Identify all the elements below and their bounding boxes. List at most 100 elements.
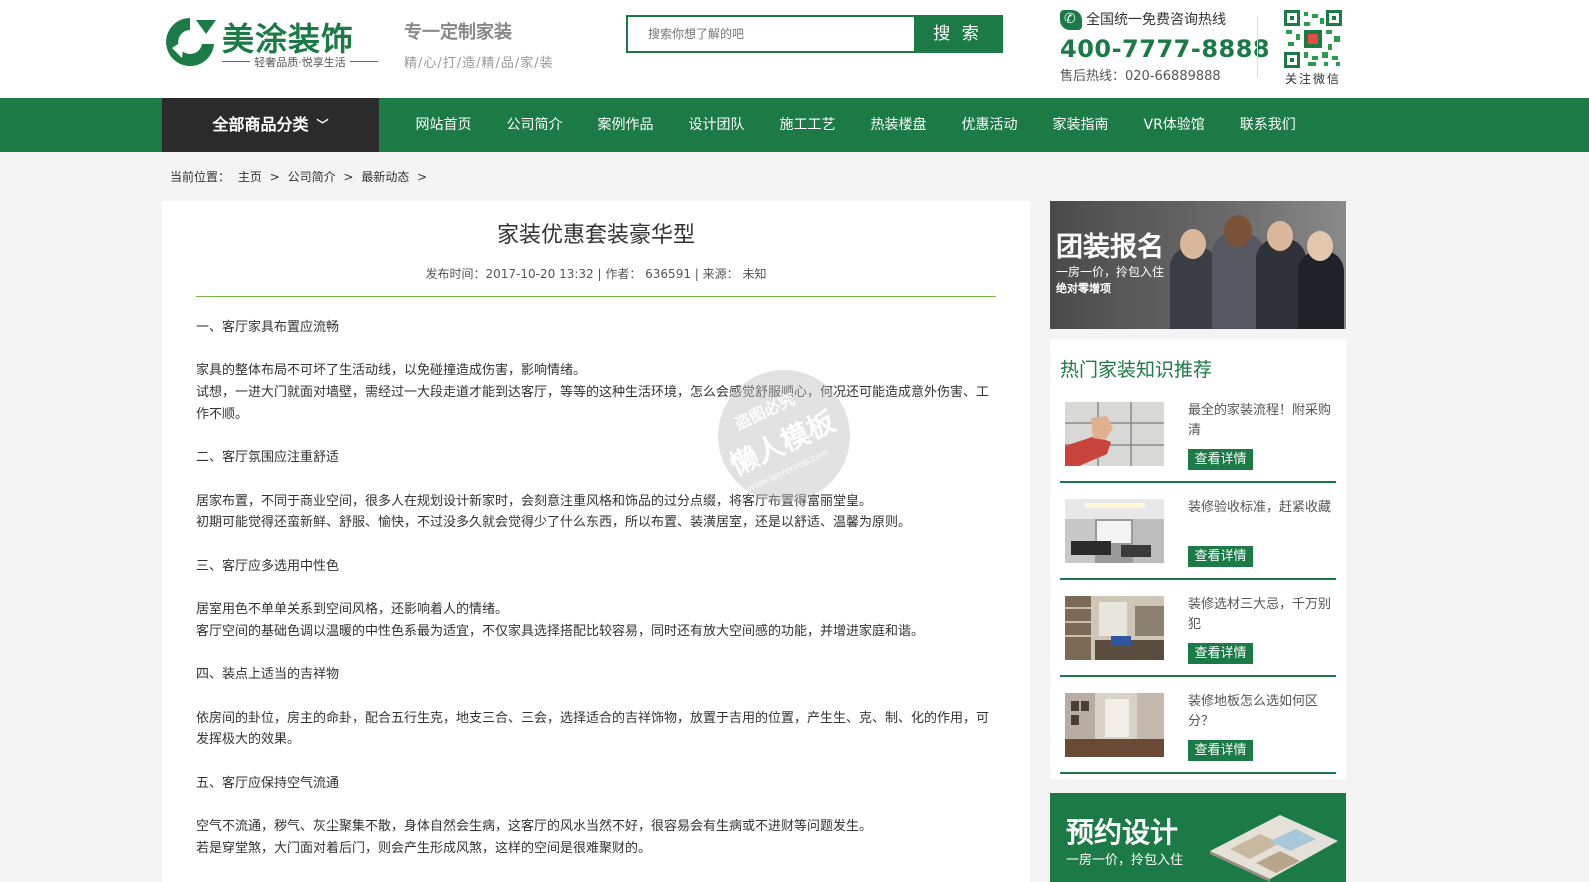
banner1-subtitle2: 绝对零增项	[1056, 282, 1111, 295]
article-title: 家装优惠套装豪华型	[496, 223, 695, 248]
watermark: 盗图必究 懒人模板 www.lanrenmb.com	[718, 370, 850, 502]
main-nav: 全部商品分类 ﹀ 网站首页 公司简介 案例作品 设计团队 施工工艺 热装楼盘 优惠…	[0, 98, 1589, 152]
article-heading: 二、客厅氛围应注重舒适	[196, 450, 340, 466]
all-categories-label: 全部商品分类	[212, 115, 309, 134]
article-paragraph: 空气不流通，秽气、灰尘聚集不散，身体自然会生病，这客厅的风水当然不好，很容易会有…	[196, 819, 873, 835]
breadcrumb-label: 当前位置：	[170, 170, 231, 184]
nav-item-construction[interactable]: 施工工艺	[762, 98, 853, 152]
thumbnail-living-room	[1065, 499, 1164, 563]
slogan-sub: 精/心/打/造/精/品/家/装	[404, 56, 554, 71]
nav-items: 网站首页 公司简介 案例作品 设计团队 施工工艺 热装楼盘 优惠活动 家装指南 …	[398, 98, 1313, 152]
banner1-subtitle: 一房一价，拎包入住	[1056, 265, 1165, 279]
list-item[interactable]: 装修验收标准，赶紧收藏 查看详情	[1060, 484, 1336, 580]
nav-item-guide[interactable]: 家装指南	[1035, 98, 1126, 152]
nav-item-about[interactable]: 公司简介	[489, 98, 580, 152]
search-input[interactable]	[628, 17, 914, 51]
hotline-number: 400-7777-8888	[1060, 35, 1271, 63]
breadcrumb-about[interactable]: 公司简介	[288, 170, 336, 184]
article-body: 一、客厅家具布置应流畅 家具的整体布局不可坏了生活动线，以免碰撞造成伤害，影响情…	[196, 317, 996, 859]
book-design-banner[interactable]: 预约设计 一房一价，拎包入住	[1050, 793, 1346, 882]
after-sales-hotline: 售后热线：020-66889888	[1060, 69, 1221, 84]
breadcrumb-news[interactable]: 最新动态	[361, 170, 409, 184]
list-item[interactable]: 装修地板怎么选如何区分？ 查看详情	[1060, 678, 1336, 774]
article-divider	[196, 296, 996, 297]
banner1-title: 团装报名	[1056, 232, 1164, 263]
header-divider	[1257, 16, 1258, 78]
slogan: 专一定制家装 精/心/打/造/精/品/家/装	[404, 18, 554, 71]
site-logo[interactable]: 美涂装饰 轻奢品质·悦享生活	[162, 12, 382, 72]
view-details-button[interactable]: 查看详情	[1188, 546, 1253, 567]
all-categories-button[interactable]: 全部商品分类 ﹀	[162, 98, 379, 152]
banner-person-head	[1307, 231, 1333, 261]
thumbnail-study-room	[1065, 596, 1164, 660]
nav-item-cases[interactable]: 案例作品	[580, 98, 671, 152]
qr-label: 关注微信	[1284, 72, 1341, 86]
article: 家装优惠套装豪华型 发布时间：2017-10-20 13:32 | 作者： 63…	[162, 201, 1030, 882]
search-button[interactable]: 搜 索	[914, 17, 1001, 51]
article-paragraph: 依房间的卦位，房主的命卦，配合五行生克，地支三合、三会，选择适合的吉祥饰物，放置…	[196, 710, 990, 748]
phone-icon	[1060, 9, 1082, 30]
hot-title: 热门家装知识推荐	[1060, 359, 1213, 381]
group-signup-banner[interactable]: 团装报名 一房一价，拎包入住 绝对零增项	[1050, 201, 1346, 329]
hot-item-title[interactable]: 装修验收标准，赶紧收藏	[1188, 498, 1332, 518]
view-details-button[interactable]: 查看详情	[1188, 740, 1253, 761]
nav-item-design-team[interactable]: 设计团队	[671, 98, 762, 152]
banner2-title: 预约设计	[1066, 816, 1179, 849]
list-item[interactable]: 最全的家装流程！附采购清 查看详情	[1060, 387, 1336, 483]
article-paragraph: 居室用色不单单关系到空间风格，还影响着人的情绪。	[196, 602, 509, 618]
view-details-button[interactable]: 查看详情	[1188, 449, 1253, 470]
article-heading: 四、装点上适当的吉祥物	[196, 667, 340, 683]
view-details-button[interactable]: 查看详情	[1188, 643, 1253, 664]
nav-item-vr[interactable]: VR体验馆	[1126, 98, 1222, 152]
banner-person-head	[1267, 221, 1293, 251]
banner-person-head	[1180, 229, 1206, 259]
article-paragraph: 客厅空间的基础色调以温暖的中性色系最为适宜，不仅家具选择搭配比较容易，同时还有放…	[196, 623, 925, 639]
logo-mark-icon	[166, 18, 216, 66]
breadcrumb: 当前位置： 主页 > 公司简介 > 最新动态 >	[170, 168, 431, 185]
nav-item-promotions[interactable]: 优惠活动	[944, 98, 1035, 152]
hot-item-title[interactable]: 装修地板怎么选如何区分？	[1188, 692, 1332, 732]
banner2-subtitle: 一房一价，拎包入住	[1066, 853, 1184, 868]
article-heading: 五、客厅应保持空气流通	[196, 775, 340, 791]
chevron-down-icon: ﹀	[316, 118, 329, 132]
floorplan-3d-icon	[1210, 815, 1338, 882]
nav-item-contact[interactable]: 联系我们	[1222, 98, 1313, 152]
list-item[interactable]: 装修选材三大忌，千万别犯 查看详情	[1060, 581, 1336, 677]
logo-subtitle: 轻奢品质·悦享生活	[222, 54, 378, 70]
qr-code-icon[interactable]	[1284, 10, 1342, 68]
nav-item-home[interactable]: 网站首页	[398, 98, 489, 152]
article-paragraph: 若是穿堂煞，大门面对着后门，则会产生形成风煞，这样的空间是很难聚财的。	[196, 840, 652, 856]
article-paragraph: 家具的整体布局不可坏了生活动线，以免碰撞造成伤害，影响情绪。	[196, 363, 587, 379]
nav-item-hot-properties[interactable]: 热装楼盘	[853, 98, 944, 152]
hotline: 全国统一免费咨询热线 400-7777-8888 售后热线：020-668898…	[1060, 9, 1271, 84]
site-header: 美涂装饰 轻奢品质·悦享生活 专一定制家装 精/心/打/造/精/品/家/装 搜 …	[0, 0, 1589, 98]
banner-person	[1170, 247, 1218, 329]
breadcrumb-home[interactable]: 主页	[238, 170, 262, 184]
thumbnail-tiles	[1065, 402, 1164, 466]
breadcrumb-separator: >	[417, 170, 428, 184]
banner-person-head	[1224, 215, 1252, 247]
article-paragraph: 试想，一进大门就面对墙壁，需经过一大段走道才能到达客厅，等等的这种生活环境，怎么…	[196, 385, 990, 422]
thumbnail-hallway	[1065, 693, 1164, 757]
breadcrumb-separator: >	[343, 170, 354, 184]
article-meta: 发布时间：2017-10-20 13:32 | 作者： 636591 | 来源：…	[425, 267, 767, 281]
article-heading: 一、客厅家具布置应流畅	[196, 320, 340, 335]
hotline-label-wrap: 全国统一免费咨询热线	[1060, 9, 1270, 30]
hot-item-title[interactable]: 装修选材三大忌，千万别犯	[1188, 595, 1332, 635]
hotline-label: 全国统一免费咨询热线	[1086, 12, 1226, 28]
article-paragraph: 居家布置，不同于商业空间，很多人在规划设计新家时，会刻意注重风格和饰品的过分点缀…	[196, 493, 873, 509]
hot-item-title[interactable]: 最全的家装流程！附采购清	[1188, 401, 1332, 441]
breadcrumb-separator: >	[269, 170, 280, 184]
article-heading: 三、客厅应多选用中性色	[196, 558, 340, 574]
slogan-main: 专一定制家装	[404, 22, 512, 43]
hot-knowledge-panel: 热门家装知识推荐 最全的家装流程！附采购清 查看详情 装修验收标准，赶紧收藏 查…	[1050, 339, 1346, 779]
banner-person	[1298, 251, 1344, 329]
